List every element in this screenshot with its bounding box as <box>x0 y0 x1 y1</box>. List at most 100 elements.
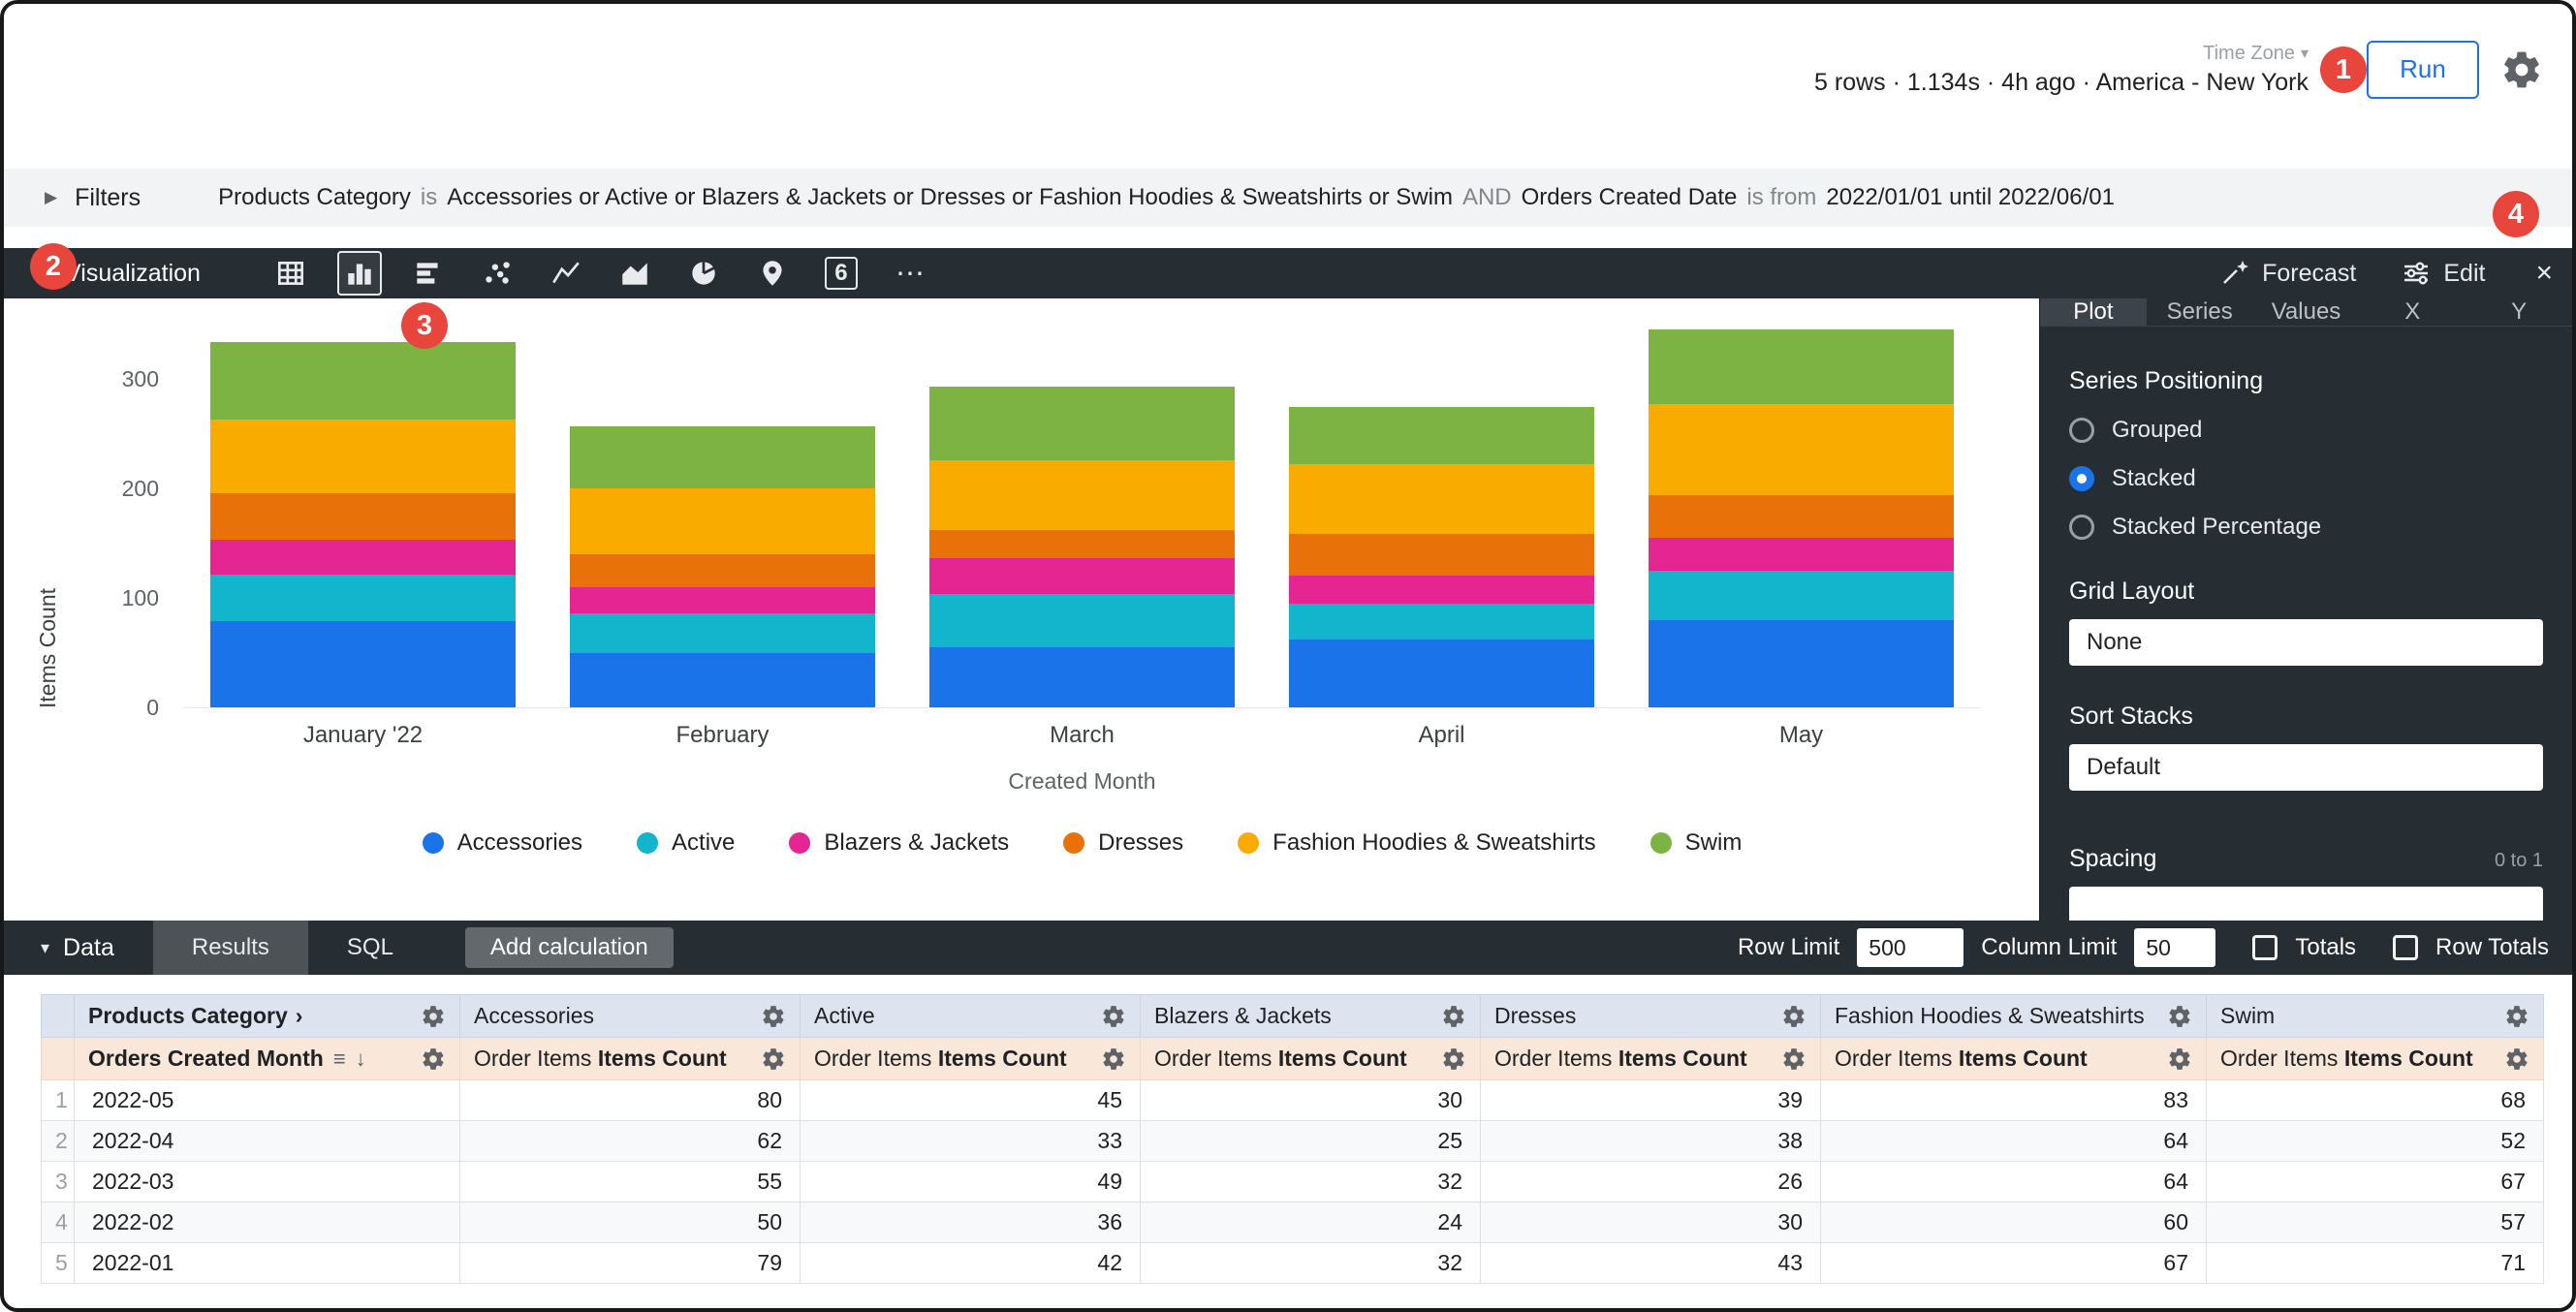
value-cell[interactable]: 79 <box>460 1243 801 1284</box>
value-cell[interactable]: 62 <box>460 1121 801 1162</box>
column-limit-input[interactable] <box>2134 928 2215 967</box>
bar-segment[interactable] <box>1289 576 1594 603</box>
expand-filters-icon[interactable]: ▶ <box>45 188 57 207</box>
bar-segment[interactable] <box>570 587 875 613</box>
bar-segment[interactable] <box>1289 464 1594 534</box>
pivot-field-header-label[interactable]: Products Category› <box>88 1003 302 1029</box>
viz-type-table-icon[interactable] <box>268 251 313 296</box>
gear-icon[interactable] <box>2504 1004 2529 1029</box>
settings-gear-icon[interactable] <box>2500 48 2543 91</box>
value-cell[interactable]: 32 <box>1141 1162 1481 1203</box>
row-totals-checkbox[interactable] <box>2393 935 2418 960</box>
dimension-cell[interactable]: 2022-03 <box>75 1162 460 1203</box>
bar-segment[interactable] <box>1289 640 1594 707</box>
sort-stacks-select[interactable]: Default <box>2069 744 2543 791</box>
bar-segment[interactable] <box>210 342 516 420</box>
viz-type-pie-icon[interactable] <box>681 251 726 296</box>
collapse-data-icon[interactable]: ▾ <box>41 938 49 958</box>
value-cell[interactable]: 68 <box>2207 1080 2544 1121</box>
grid-layout-select[interactable]: None <box>2069 619 2543 666</box>
bar-segment[interactable] <box>929 460 1235 530</box>
viz-more-types-icon[interactable]: ⋯ <box>888 251 932 296</box>
legend-item[interactable]: Blazers & Jackets <box>789 829 1009 857</box>
value-cell[interactable]: 32 <box>1141 1243 1481 1284</box>
gear-icon[interactable] <box>1101 1046 1126 1072</box>
pivot-value-header-label[interactable]: Dresses <box>1494 1003 1576 1029</box>
bar-segment[interactable] <box>210 621 516 707</box>
dimension-cell[interactable]: 2022-01 <box>75 1243 460 1284</box>
bar-segment[interactable] <box>210 540 516 575</box>
run-button[interactable]: Run <box>2367 41 2479 99</box>
value-cell[interactable]: 30 <box>1141 1080 1481 1121</box>
value-cell[interactable]: 83 <box>1821 1080 2207 1121</box>
bar-segment[interactable] <box>1649 571 1954 620</box>
pivot-value-header-label[interactable]: Blazers & Jackets <box>1154 1003 1332 1029</box>
gear-icon[interactable] <box>1441 1046 1466 1072</box>
data-tab-sql[interactable]: SQL <box>308 921 432 975</box>
bar-segment[interactable] <box>210 493 516 541</box>
legend-item[interactable]: Active <box>637 829 735 857</box>
legend-item[interactable]: Dresses <box>1063 829 1183 857</box>
dimension-cell[interactable]: 2022-04 <box>75 1121 460 1162</box>
value-cell[interactable]: 42 <box>801 1243 1141 1284</box>
measure-header-label[interactable]: Order Items Items Count <box>1494 1046 1747 1072</box>
value-cell[interactable]: 38 <box>1481 1121 1821 1162</box>
measure-header-label[interactable]: Order Items Items Count <box>814 1046 1067 1072</box>
bar-segment[interactable] <box>929 558 1235 593</box>
data-label[interactable]: Data <box>63 934 114 962</box>
measure-header-label[interactable]: Order Items Items Count <box>2220 1046 2473 1072</box>
data-tab-results[interactable]: Results <box>153 921 308 975</box>
bar-segment[interactable] <box>929 594 1235 647</box>
value-cell[interactable]: 36 <box>801 1203 1141 1243</box>
gear-icon[interactable] <box>1781 1004 1806 1029</box>
stacked-bar-February[interactable] <box>570 426 875 707</box>
dimension-cell[interactable]: 2022-02 <box>75 1203 460 1243</box>
measure-header-label[interactable]: Order Items Items Count <box>1154 1046 1407 1072</box>
add-calculation-button[interactable]: Add calculation <box>465 927 674 968</box>
edit-tab-plot[interactable]: Plot <box>2040 298 2147 326</box>
value-cell[interactable]: 67 <box>2207 1162 2544 1203</box>
stacked-bar-January '22[interactable] <box>210 342 516 707</box>
value-cell[interactable]: 60 <box>1821 1203 2207 1243</box>
legend-item[interactable]: Accessories <box>423 829 582 857</box>
gear-icon[interactable] <box>761 1046 786 1072</box>
edit-viz-button[interactable]: Edit <box>2401 258 2485 289</box>
bar-segment[interactable] <box>570 613 875 653</box>
bar-segment[interactable] <box>929 387 1235 460</box>
bar-segment[interactable] <box>1289 604 1594 640</box>
forecast-button[interactable]: Forecast <box>2219 258 2356 289</box>
viz-type-single-value-icon[interactable]: 6 <box>819 251 864 296</box>
pivot-value-header-label[interactable]: Fashion Hoodies & Sweatshirts <box>1835 1003 2145 1029</box>
value-cell[interactable]: 25 <box>1141 1121 1481 1162</box>
bar-segment[interactable] <box>570 653 875 708</box>
pivot-value-header-label[interactable]: Accessories <box>474 1003 594 1029</box>
bar-segment[interactable] <box>929 647 1235 707</box>
pivot-value-header-label[interactable]: Swim <box>2220 1003 2275 1029</box>
dimension-header-label[interactable]: Orders Created Month≡↓ <box>88 1046 366 1072</box>
bar-segment[interactable] <box>929 530 1235 558</box>
dimension-cell[interactable]: 2022-05 <box>75 1080 460 1121</box>
visualization-label[interactable]: Visualization <box>65 260 201 288</box>
viz-type-map-icon[interactable] <box>750 251 795 296</box>
bar-segment[interactable] <box>570 554 875 587</box>
bar-segment[interactable] <box>1289 534 1594 576</box>
radio-grouped[interactable]: Grouped <box>2069 417 2543 444</box>
value-cell[interactable]: 43 <box>1481 1243 1821 1284</box>
value-cell[interactable]: 45 <box>801 1080 1141 1121</box>
gear-icon[interactable] <box>1101 1004 1126 1029</box>
bar-segment[interactable] <box>570 426 875 488</box>
value-cell[interactable]: 30 <box>1481 1203 1821 1243</box>
gear-icon[interactable] <box>1441 1004 1466 1029</box>
bar-segment[interactable] <box>1649 538 1954 571</box>
gear-icon[interactable] <box>761 1004 786 1029</box>
gear-icon[interactable] <box>2167 1004 2192 1029</box>
legend-item[interactable]: Swim <box>1650 829 1743 857</box>
value-cell[interactable]: 57 <box>2207 1203 2544 1243</box>
value-cell[interactable]: 64 <box>1821 1162 2207 1203</box>
viz-type-scatter-icon[interactable] <box>475 251 519 296</box>
value-cell[interactable]: 33 <box>801 1121 1141 1162</box>
viz-type-line-icon[interactable] <box>544 251 588 296</box>
value-cell[interactable]: 71 <box>2207 1243 2544 1284</box>
close-edit-panel-icon[interactable]: × <box>2535 257 2553 290</box>
stacked-bar-May[interactable] <box>1649 329 1954 707</box>
